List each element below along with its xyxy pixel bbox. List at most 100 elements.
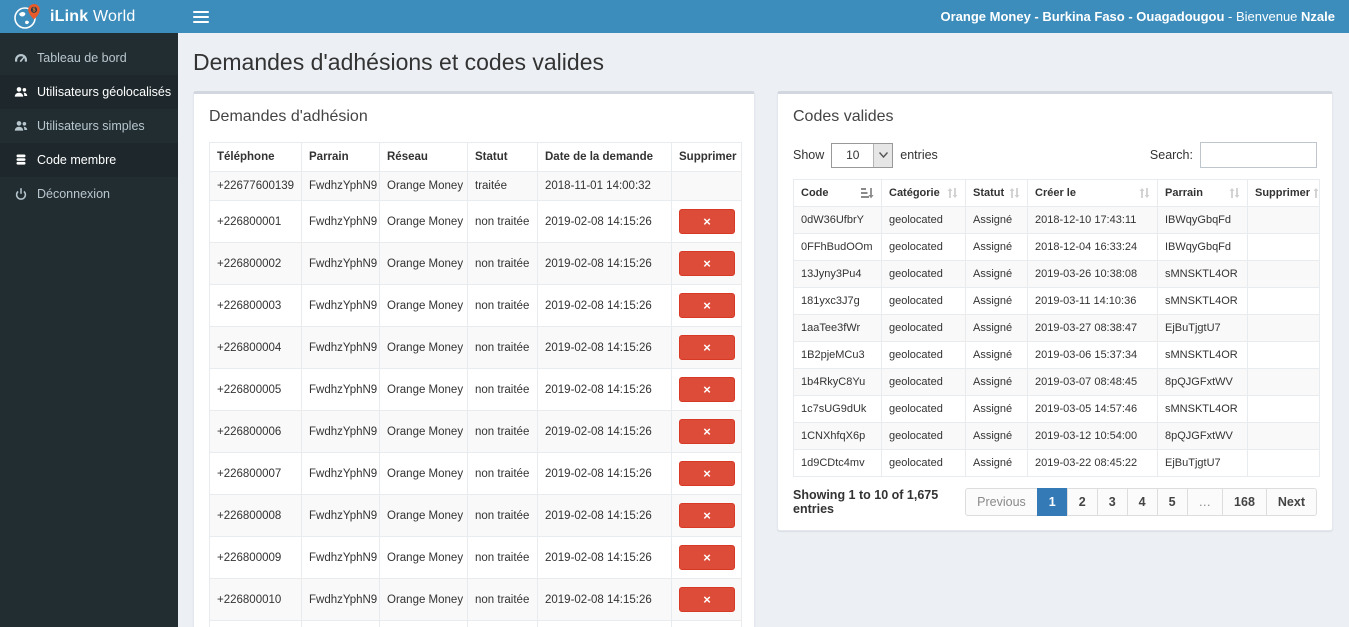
cell-statut: traitée	[467, 171, 538, 201]
page-button-4[interactable]: 4	[1126, 488, 1158, 516]
cell-statut: non traitée	[467, 494, 538, 537]
entries-info: Showing 1 to 10 of 1,675 entries	[793, 488, 939, 516]
sidebar-item-utilisateurs-simples[interactable]: Utilisateurs simples	[0, 109, 178, 143]
delete-button[interactable]: ×	[679, 587, 735, 612]
page-button-5[interactable]: 5	[1156, 488, 1188, 516]
cell-parrain: FwdhzYphN9	[301, 171, 380, 201]
delete-button[interactable]: ×	[679, 419, 735, 444]
power-icon	[14, 187, 28, 201]
cell-supprimer: ×	[671, 536, 742, 579]
next-page-button[interactable]: Next	[1265, 488, 1317, 516]
entries-select-value: 10	[846, 148, 860, 162]
cell-categorie: geolocated	[881, 395, 966, 423]
previous-page-button[interactable]: Previous	[965, 488, 1038, 516]
cell-telephone: +226800010	[209, 578, 302, 621]
cell-parrain: sMNSKTL4OR	[1157, 341, 1248, 369]
cell-telephone: +226800001	[209, 200, 302, 243]
column-header-reseau: Réseau	[379, 142, 468, 172]
codes-table-body: 0dW36UfbrY geolocated Assigné 2018-12-10 17…	[793, 206, 1320, 477]
cell-reseau: Orange Money	[379, 326, 468, 369]
codes-header-row: Code Catégorie Statut Créer le Parrain Suppri…	[793, 179, 1320, 207]
column-header-parrain[interactable]: Parrain	[1157, 179, 1248, 207]
sort-both-icon	[1006, 187, 1020, 199]
welcome-part: Nzale	[1301, 9, 1335, 24]
search-label: Search:	[1149, 148, 1193, 162]
cell-reseau: Orange Money	[379, 494, 468, 537]
cell-parrain: sMNSKTL4OR	[1157, 395, 1248, 423]
cell-categorie: geolocated	[881, 260, 966, 288]
cell-date: 2018-11-01 14:00:32	[537, 171, 672, 201]
sidebar-menu: Tableau de bord Utilisateurs géolocalisés…	[0, 41, 178, 211]
cell-supprimer	[1247, 368, 1320, 396]
cell-date: 2019-02-08 14:15:26	[537, 284, 672, 327]
cell-categorie: geolocated	[881, 287, 966, 315]
delete-button[interactable]: ×	[679, 545, 735, 570]
svg-text:$: $	[33, 7, 36, 13]
search-input[interactable]	[1200, 142, 1317, 168]
delete-button[interactable]: ×	[679, 293, 735, 318]
cell-reseau: Orange Money	[379, 200, 468, 243]
sidebar-item-utilisateurs-geolocalises[interactable]: Utilisateurs géolocalisés	[0, 75, 178, 109]
delete-button[interactable]: ×	[679, 209, 735, 234]
table-row: 1CNXhfqX6p geolocated Assigné 2019-03-12 10…	[793, 422, 1320, 450]
sidebar-item-label: Utilisateurs géolocalisés	[37, 85, 172, 99]
cell-reseau: Orange Money	[379, 242, 468, 285]
cell-statut: non traitée	[467, 452, 538, 495]
cell-statut: non traitée	[467, 242, 538, 285]
delete-button[interactable]: ×	[679, 377, 735, 402]
cell-statut: non traitée	[467, 536, 538, 579]
cell-telephone: +226800003	[209, 284, 302, 327]
table-row: +22677600139 FwdhzYphN9 Orange Money traité…	[209, 171, 742, 201]
page-button-2[interactable]: 2	[1066, 488, 1098, 516]
cell-categorie: geolocated	[881, 206, 966, 234]
cell-date: 2019-02-08 14:15:26	[537, 410, 672, 453]
top-bar: $ iLink World Orange Money - Burkina Fas…	[0, 0, 1349, 33]
sidebar-toggle[interactable]	[193, 10, 209, 23]
cell-statut: non traitée	[467, 410, 538, 453]
datatable-controls: Show 10 entries Search:	[793, 142, 1317, 168]
table-row: +226800010 FwdhzYphN9 Orange Money non trai…	[209, 578, 742, 621]
sidebar-item-deconnexion[interactable]: Déconnexion	[0, 177, 178, 211]
delete-button[interactable]: ×	[679, 461, 735, 486]
pagination: Previous 1 2 3 4 5… 168 Next	[965, 488, 1317, 516]
table-row: 0dW36UfbrY geolocated Assigné 2018-12-10 17…	[793, 206, 1320, 234]
demandes-table-body: +22677600139 FwdhzYphN9 Orange Money traité…	[209, 171, 742, 627]
sidebar-item-tableau-de-bord[interactable]: Tableau de bord	[0, 41, 178, 75]
cell-reseau: Orange Money	[379, 171, 468, 201]
cell-statut: Assigné	[965, 260, 1028, 288]
delete-button[interactable]: ×	[679, 503, 735, 528]
column-header-categorie[interactable]: Catégorie	[881, 179, 966, 207]
show-label: Show	[793, 148, 825, 162]
page-button-168[interactable]: 168	[1222, 488, 1267, 516]
delete-button[interactable]: ×	[679, 251, 735, 276]
sort-both-icon	[944, 187, 958, 199]
entries-select[interactable]: 10	[831, 142, 894, 168]
cell-date: 2019-02-08 14:15:26	[537, 536, 672, 579]
welcome-part: Ouagadougou	[1136, 9, 1225, 24]
cell-parrain: 8pQJGFxtWV	[1157, 368, 1248, 396]
cell-supprimer: ×	[671, 242, 742, 285]
column-header-code[interactable]: Code	[793, 179, 882, 207]
cell-code: 1d9CDtc4mv	[793, 449, 882, 477]
cell-supprimer	[1247, 422, 1320, 450]
column-header-statut[interactable]: Statut	[965, 179, 1028, 207]
sidebar-item-code-membre[interactable]: Code membre	[0, 143, 178, 177]
cell-telephone: +22677600139	[209, 171, 302, 201]
column-header-date-de-la-demande: Date de la demande	[537, 142, 672, 172]
delete-button[interactable]: ×	[679, 335, 735, 360]
cell-supprimer: ×	[671, 578, 742, 621]
page-button-3[interactable]: 3	[1096, 488, 1128, 516]
cell-parrain: EjBuTjgtU7	[1157, 449, 1248, 477]
cell-code: 1aaTee3fWr	[793, 314, 882, 342]
sort-both-icon	[1310, 187, 1319, 199]
brand-logo[interactable]: $ iLink World	[0, 0, 178, 33]
cell-supprimer	[1247, 206, 1320, 234]
cell-statut: Assigné	[965, 395, 1028, 423]
table-row: 1B2pjeMCu3 geolocated Assigné 2019-03-06 15…	[793, 341, 1320, 369]
cell-supprimer	[671, 171, 742, 201]
page-button-1[interactable]: 1	[1036, 488, 1068, 516]
column-header-supprimer[interactable]: Supprimer	[1247, 179, 1320, 207]
column-header-creer-le[interactable]: Créer le	[1027, 179, 1158, 207]
table-row: +226800008 FwdhzYphN9 Orange Money non trai…	[209, 494, 742, 537]
cell-creer_le: 2019-03-11 14:10:36	[1027, 287, 1158, 315]
